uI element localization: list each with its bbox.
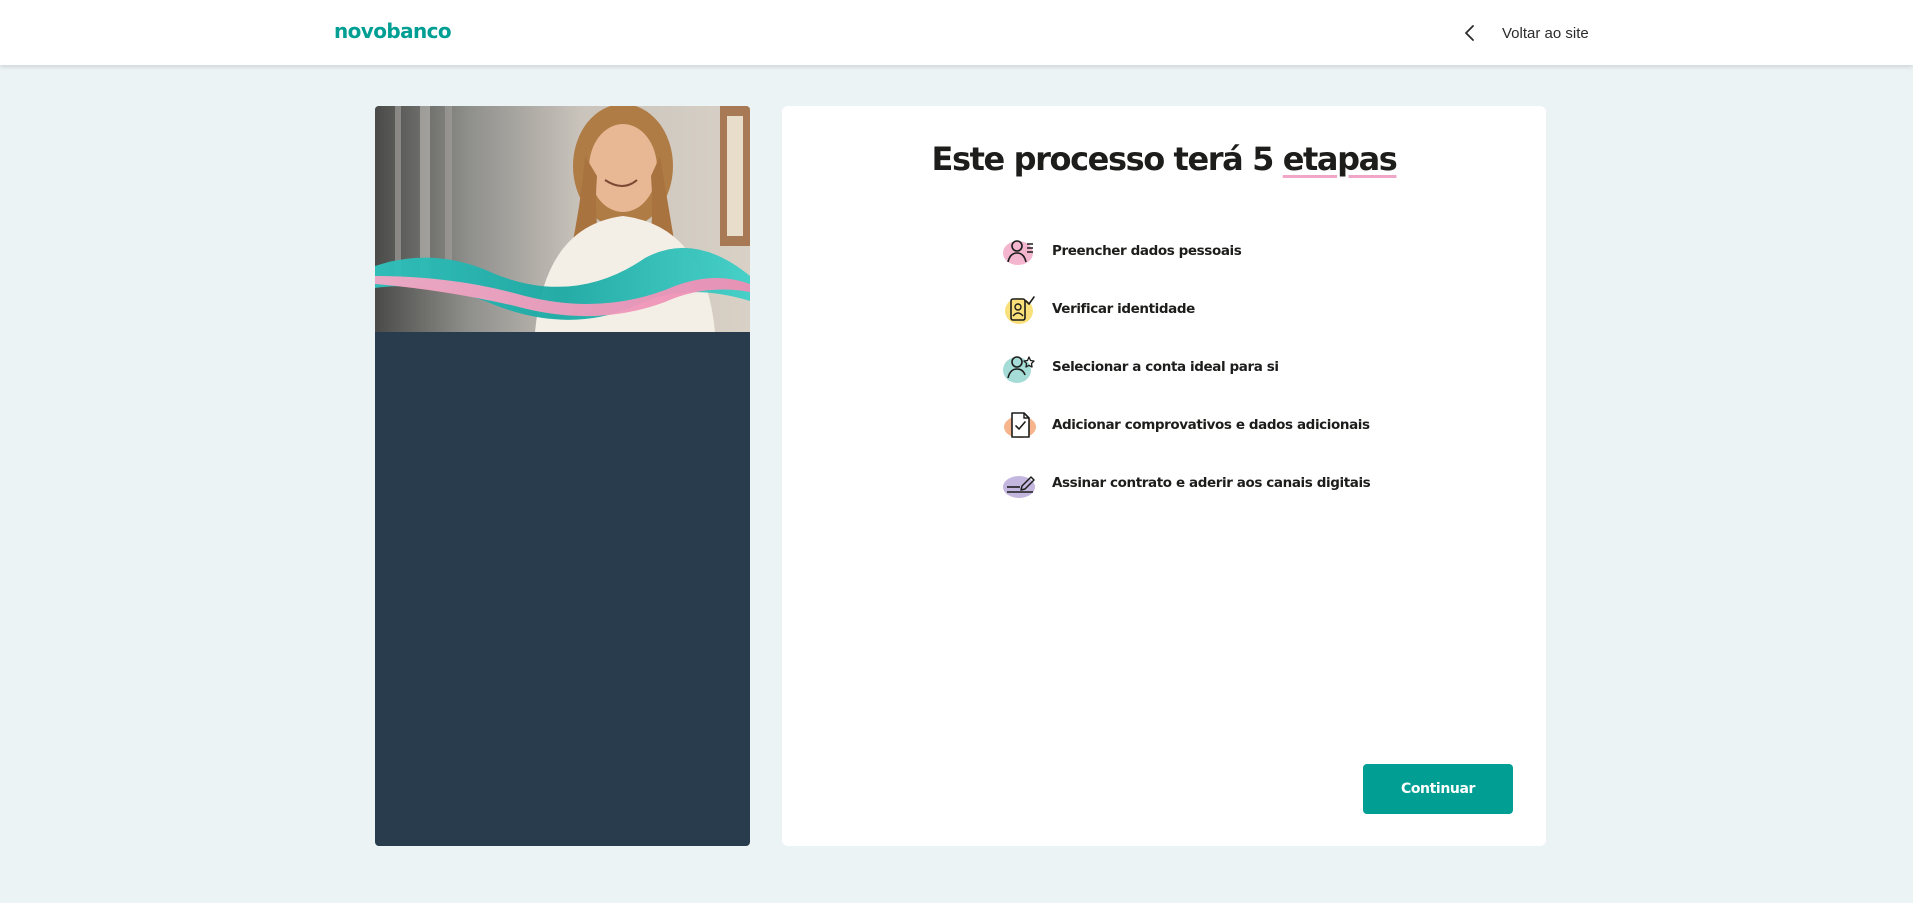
step-item: Selecionar a conta ideal para si	[1002, 338, 1370, 396]
page-title: Este processo terá 5 etapas	[782, 140, 1546, 178]
step-item: Assinar contrato e aderir aos canais dig…	[1002, 454, 1371, 512]
title-text: Este processo terá 5	[931, 140, 1283, 178]
add-documents-icon	[1004, 412, 1036, 438]
step-item: Preencher dados pessoais	[1002, 222, 1370, 280]
step-label: Verificar identidade	[1052, 301, 1195, 317]
personal-data-icon	[1003, 240, 1033, 265]
steps-card: Este processo terá 5 etapas Preencher da…	[782, 106, 1546, 846]
chevron-left-icon	[1458, 21, 1482, 45]
side-image-panel	[375, 106, 750, 846]
step-label: Assinar contrato e aderir aos canais dig…	[1052, 475, 1371, 491]
continue-button[interactable]: Continuar	[1363, 764, 1513, 814]
title-highlight: etapas	[1282, 140, 1398, 178]
step-item: Verificar identidade	[1002, 280, 1370, 338]
novobanco-logo[interactable]: novobanco	[334, 19, 452, 43]
step-label: Adicionar comprovativos e dados adiciona…	[1052, 417, 1370, 433]
step-label: Preencher dados pessoais	[1052, 243, 1242, 259]
steps-list: Preencher dados pessoais Verificar ident…	[1002, 222, 1371, 512]
back-to-site-link[interactable]: Voltar ao site	[1458, 16, 1589, 50]
step-item: Adicionar comprovativos e dados adiciona…	[1002, 396, 1370, 454]
select-account-icon	[1003, 356, 1035, 383]
back-to-site-label: Voltar ao site	[1502, 24, 1589, 42]
step-label: Selecionar a conta ideal para si	[1052, 359, 1279, 375]
verify-identity-icon	[1005, 296, 1035, 324]
top-navigation-bar: novobanco Voltar ao site	[0, 0, 1913, 65]
hero-image	[375, 106, 750, 332]
sign-contract-icon	[1003, 476, 1035, 498]
